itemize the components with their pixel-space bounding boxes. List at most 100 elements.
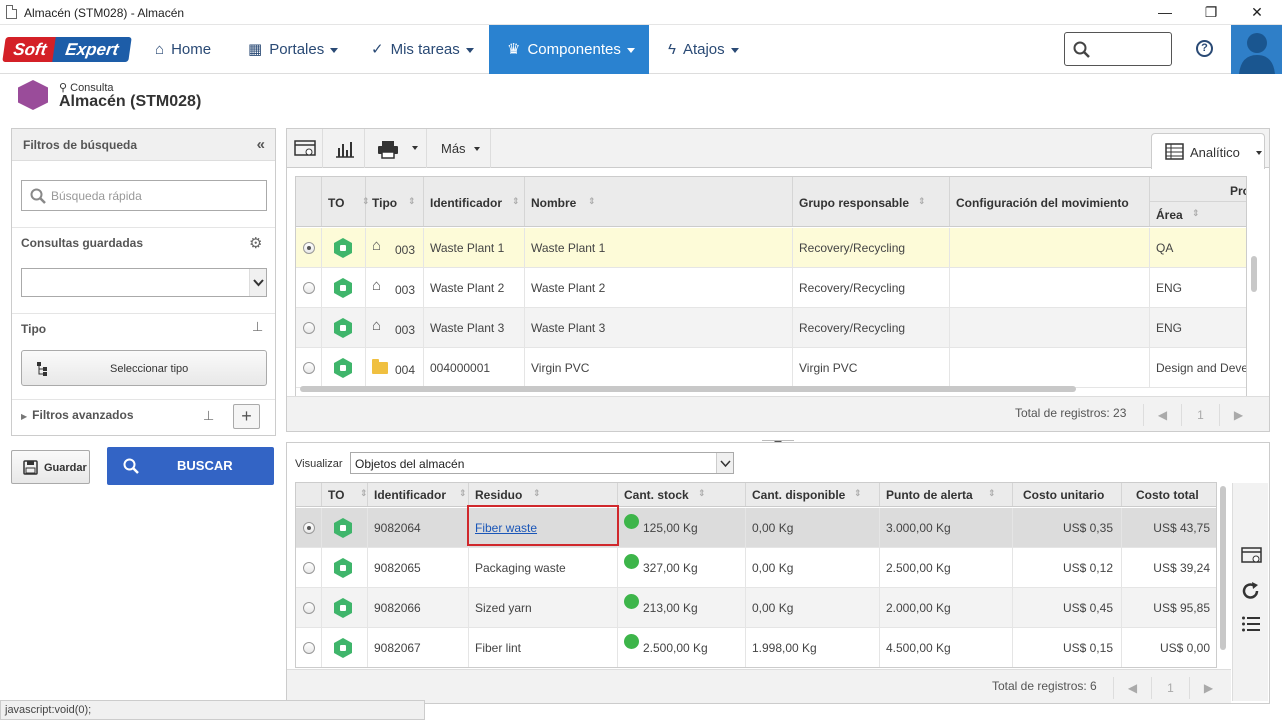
row-select-cell[interactable] bbox=[296, 588, 322, 628]
tipo-value: 004 bbox=[395, 363, 416, 377]
clear-filter-icon[interactable]: ⊥ bbox=[203, 408, 214, 424]
help-icon[interactable]: ? bbox=[1196, 40, 1213, 57]
table-row[interactable]: 9082065 Packaging waste 327,00 Kg 0,00 K… bbox=[296, 548, 1216, 588]
next-page-button[interactable]: ▶ bbox=[1189, 677, 1227, 699]
identificador-cell: 004000001 bbox=[424, 348, 525, 388]
saved-queries-label: Consultas guardadas bbox=[21, 236, 144, 250]
row-radio[interactable] bbox=[303, 602, 315, 614]
table-row[interactable]: 004 004000001 Virgin PVC Virgin PVC Desi… bbox=[296, 348, 1246, 388]
object-type-icon bbox=[334, 558, 352, 578]
objects-footer: Total de registros: 6 ◀ 1 ▶ bbox=[287, 669, 1231, 703]
column-header-residuo[interactable]: Residuo ⇕ bbox=[469, 483, 618, 506]
row-select-cell[interactable] bbox=[296, 628, 322, 667]
row-radio[interactable] bbox=[303, 362, 315, 374]
close-window-button[interactable]: ✕ bbox=[1234, 2, 1280, 22]
view-mode-tab[interactable]: Analítico bbox=[1151, 133, 1265, 169]
table-row[interactable]: ⌂ 003 Waste Plant 1 Waste Plant 1 Recover… bbox=[296, 228, 1246, 268]
chart-button[interactable] bbox=[323, 129, 365, 168]
panel-splitter[interactable] bbox=[762, 435, 794, 445]
nav-portales[interactable]: ▦ Portales bbox=[248, 25, 348, 74]
nav-home[interactable]: ⌂ Home bbox=[155, 25, 225, 74]
row-radio[interactable] bbox=[303, 642, 315, 654]
list-icon[interactable] bbox=[1241, 615, 1261, 633]
row-select-cell[interactable] bbox=[296, 228, 322, 268]
search-button[interactable]: BUSCAR bbox=[107, 447, 274, 485]
more-button[interactable]: Más bbox=[427, 129, 491, 168]
object-type-icon bbox=[334, 598, 352, 618]
column-header-label: Configuración del movimiento bbox=[956, 196, 1129, 210]
column-header-grupo[interactable]: Grupo responsable ⇕ bbox=[793, 177, 950, 226]
records-toolbar: Más Analítico bbox=[287, 129, 1269, 169]
column-header-identificador[interactable]: Identificador ⇕ bbox=[424, 177, 525, 226]
vertical-scrollbar[interactable] bbox=[1220, 486, 1226, 650]
column-header-nombre[interactable]: Nombre ⇕ bbox=[525, 177, 793, 226]
view-record-icon[interactable] bbox=[1241, 547, 1263, 565]
save-button[interactable]: Guardar bbox=[11, 450, 90, 484]
view-mode-label: Analítico bbox=[1190, 145, 1240, 160]
next-page-button[interactable]: ▶ bbox=[1219, 404, 1257, 426]
avatar[interactable] bbox=[1231, 25, 1282, 74]
chevron-down-icon bbox=[716, 453, 733, 473]
row-radio[interactable] bbox=[303, 322, 315, 334]
horizontal-scrollbar[interactable] bbox=[300, 386, 1076, 392]
select-tipo-button[interactable]: Seleccionar tipo bbox=[21, 350, 267, 386]
view-record-button[interactable] bbox=[287, 129, 323, 168]
column-header-disponible[interactable]: Cant. disponible ⇕ bbox=[746, 483, 880, 506]
column-header-identificador[interactable]: Identificador ⇕ bbox=[368, 483, 469, 506]
nav-componentes[interactable]: ♛ Componentes bbox=[489, 25, 649, 74]
table-row[interactable]: 9082066 Sized yarn 213,00 Kg 0,00 Kg 2.0… bbox=[296, 588, 1216, 628]
gear-icon[interactable]: ⚙ bbox=[249, 234, 262, 252]
nav-mis-tareas[interactable]: ✓ Mis tareas bbox=[371, 25, 481, 74]
global-search-input[interactable] bbox=[1064, 32, 1172, 66]
refresh-icon[interactable] bbox=[1241, 581, 1261, 601]
tipo-label: Tipo bbox=[21, 322, 47, 336]
status-green-icon bbox=[624, 594, 639, 609]
prev-page-button[interactable]: ◀ bbox=[1143, 404, 1181, 426]
clear-filter-icon[interactable]: ⊥ bbox=[252, 319, 263, 335]
column-header-alerta[interactable]: Punto de alerta ⇕ bbox=[880, 483, 1013, 506]
vertical-scrollbar[interactable] bbox=[1251, 256, 1257, 292]
alerta-cell: 4.500,00 Kg bbox=[880, 628, 1013, 667]
visualizar-select[interactable]: Objetos del almacén bbox=[350, 452, 734, 474]
folder-icon bbox=[372, 359, 388, 374]
saved-queries-select[interactable] bbox=[21, 268, 267, 297]
column-header-to[interactable]: TO ⇕ bbox=[322, 177, 370, 226]
column-header-stock[interactable]: Cant. stock ⇕ bbox=[618, 483, 746, 506]
highlight-annotation bbox=[467, 505, 619, 546]
sort-icon: ⇕ bbox=[512, 196, 520, 206]
row-radio[interactable] bbox=[303, 242, 315, 254]
column-header-costo-unitario[interactable]: Costo unitario bbox=[1013, 483, 1122, 506]
column-header-costo-total[interactable]: Costo total bbox=[1122, 483, 1216, 506]
row-radio[interactable] bbox=[303, 562, 315, 574]
quick-search-input[interactable]: Búsqueda rápida bbox=[21, 180, 267, 211]
collapse-panel-icon[interactable]: « bbox=[257, 136, 265, 153]
nombre-cell: Virgin PVC bbox=[525, 348, 793, 388]
prev-page-button[interactable]: ◀ bbox=[1113, 677, 1151, 699]
table-row[interactable]: ⌂ 003 Waste Plant 2 Waste Plant 2 Recover… bbox=[296, 268, 1246, 308]
table-row[interactable]: 9082067 Fiber lint 2.500,00 Kg 1.998,00 … bbox=[296, 628, 1216, 667]
maximize-button[interactable]: ❐ bbox=[1188, 2, 1234, 22]
row-select-cell[interactable] bbox=[296, 548, 322, 588]
config-cell bbox=[950, 228, 1150, 268]
table-row[interactable]: ⌂ 003 Waste Plant 3 Waste Plant 3 Recover… bbox=[296, 308, 1246, 348]
row-select-cell[interactable] bbox=[296, 308, 322, 348]
row-select-cell[interactable] bbox=[296, 268, 322, 308]
row-select-cell[interactable] bbox=[296, 508, 322, 548]
minimize-button[interactable]: — bbox=[1142, 2, 1188, 22]
sort-icon: ⇕ bbox=[533, 488, 541, 498]
column-header-tipo[interactable]: Tipo ⇕ bbox=[366, 177, 424, 226]
table-row[interactable]: 9082064 Fiber waste 125,00 Kg 0,00 Kg 3.… bbox=[296, 508, 1216, 548]
column-header-configuracion[interactable]: Configuración del movimiento bbox=[950, 177, 1150, 226]
print-button[interactable] bbox=[365, 129, 427, 168]
advanced-filters-toggle[interactable]: ▶ Filtros avanzados bbox=[21, 408, 134, 422]
row-select-cell[interactable] bbox=[296, 348, 322, 388]
column-header-to[interactable]: TO ⇕ bbox=[322, 483, 368, 506]
nav-componentes-label: Componentes bbox=[527, 41, 621, 58]
column-header-area[interactable]: Área bbox=[1156, 208, 1183, 222]
chevron-down-icon bbox=[626, 47, 635, 53]
add-filter-button[interactable]: + bbox=[233, 404, 260, 429]
row-radio[interactable] bbox=[303, 282, 315, 294]
chevron-down-icon bbox=[465, 47, 474, 53]
nav-atajos[interactable]: ϟ Atajos bbox=[668, 25, 748, 74]
row-radio[interactable] bbox=[303, 522, 315, 534]
